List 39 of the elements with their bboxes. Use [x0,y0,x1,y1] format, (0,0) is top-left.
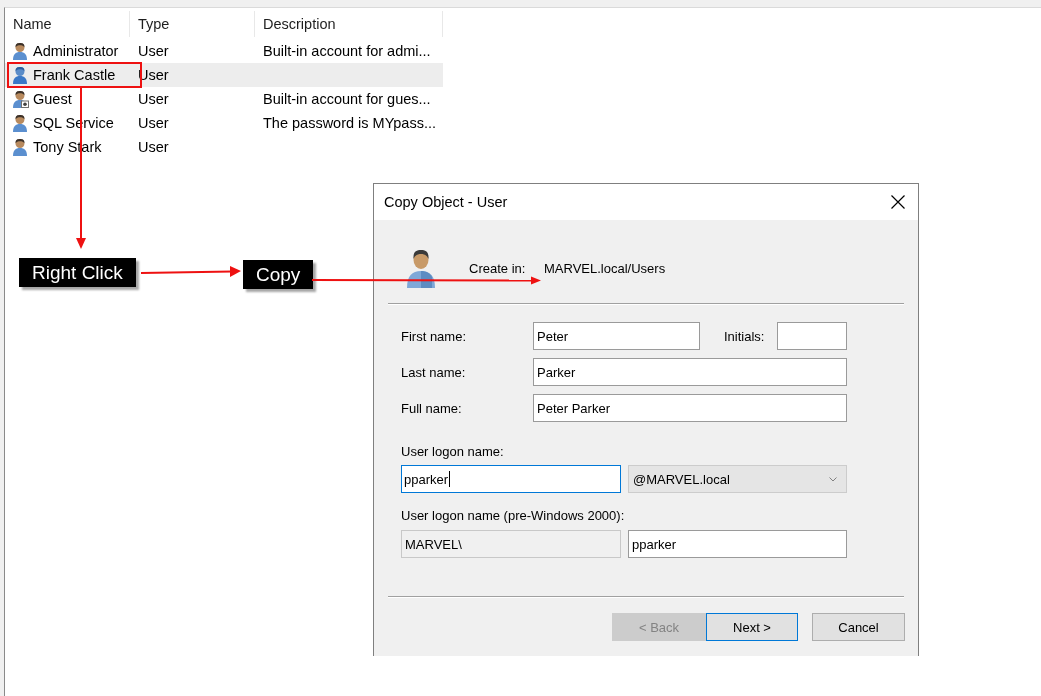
user-name: Guest [33,91,72,107]
callout-label: Copy [243,260,314,289]
user-type: User [138,91,169,107]
field-label: Full name: [401,400,463,416]
list-row[interactable]: Administrator User Built-in account for admi... [5,39,443,63]
text-field[interactable]: Peter [533,322,700,350]
text-field[interactable]: Peter Parker [533,394,847,422]
user-icon [405,248,437,288]
chevron-down-icon [829,476,837,482]
text-cursor-icon [449,471,451,487]
callout-label: Right Click [19,258,136,287]
column-header[interactable]: Type [130,11,255,37]
field-label: User logon name: [401,444,504,460]
text-field[interactable]: Parker [533,358,847,386]
column-header[interactable]: Description [255,11,443,37]
user-description: Built-in account for gues... [263,91,431,107]
dialog-button[interactable]: Next > [706,613,798,641]
field-label: Initials: [724,328,766,344]
user-name: Administrator [33,43,119,59]
user-type: User [138,43,169,59]
container-path: MARVEL.local/Users [544,260,666,276]
field-label: Create in: [469,260,527,276]
user-description: The password is MYpass... [263,115,436,131]
text-field[interactable]: pparker [401,465,621,493]
text-field[interactable] [777,322,847,350]
user-description: Built-in account for admi... [263,43,431,59]
close-icon[interactable] [891,195,905,209]
user-name: Frank Castle [33,67,116,83]
domain-dropdown[interactable]: @MARVEL.local [628,465,847,493]
window-title: Copy Object - User [384,194,508,210]
column-header[interactable]: Name [5,11,130,37]
field-label: Last name: [401,364,467,380]
readonly-field[interactable]: MARVEL\ [401,530,621,558]
field-label: User logon name (pre-Windows 2000): [401,508,625,524]
text-field[interactable]: pparker [628,530,847,558]
user-type: User [138,115,169,131]
dialog-button[interactable]: Cancel [812,613,905,641]
field-label: First name: [401,328,467,344]
user-type: User [138,139,169,155]
